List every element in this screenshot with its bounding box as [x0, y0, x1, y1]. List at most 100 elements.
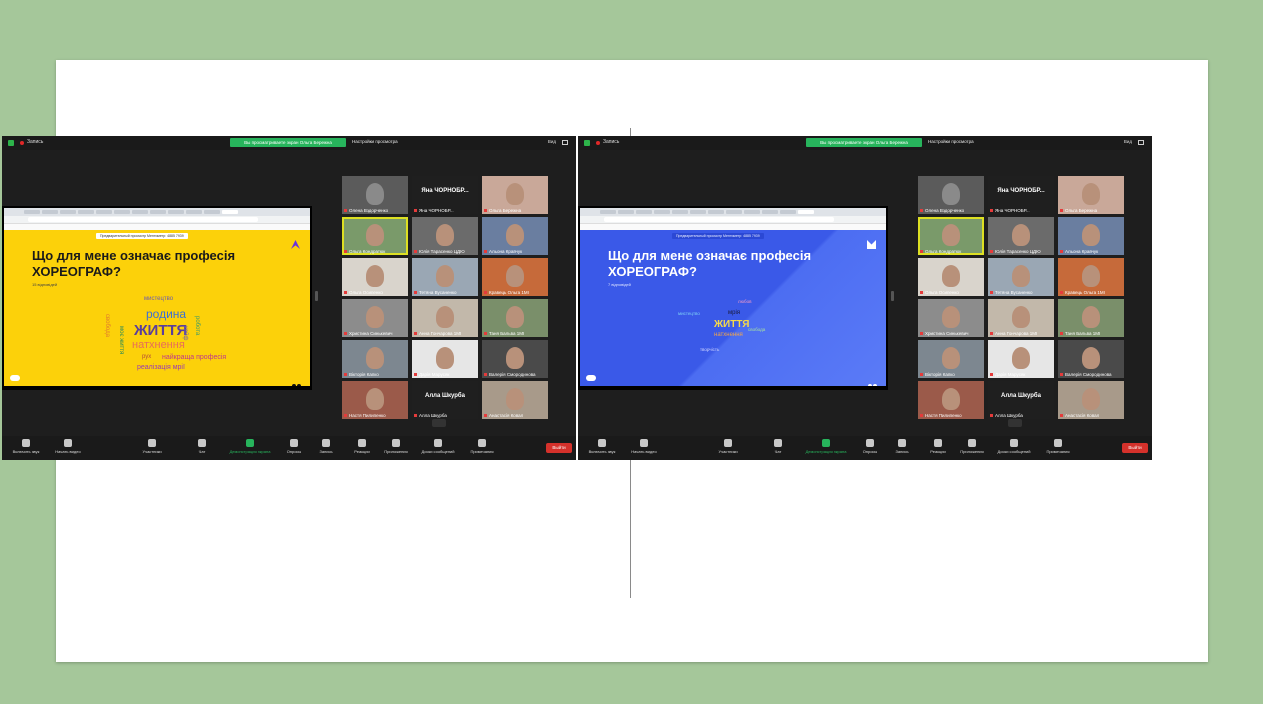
participant-tile[interactable]: Анастасія Ковал: [482, 381, 548, 419]
participant-tile[interactable]: Алла Шкурба Алла Шкурба: [412, 381, 478, 419]
participant-tile[interactable]: Ольга Кондратюк: [342, 217, 408, 255]
whiteboard-button[interactable]: Доски сообщений: [418, 439, 458, 454]
poll-icon: [866, 439, 874, 447]
reactions-icon: [934, 439, 942, 447]
participant-tile[interactable]: Ольга Кондратюк: [918, 217, 984, 255]
participant-tile[interactable]: Валерія Смородинова: [1058, 340, 1124, 378]
participant-tile[interactable]: Христина Синькевич: [918, 299, 984, 337]
notes-icon: [478, 439, 486, 447]
apps-button[interactable]: Приложения: [952, 439, 992, 454]
word-cloud-word: натхнення: [132, 339, 185, 351]
share-screen-icon: [822, 439, 830, 447]
participant-tile[interactable]: Альона Кравчук: [1058, 217, 1124, 255]
chat-button[interactable]: Чат: [182, 439, 222, 454]
poll-icon: [290, 439, 298, 447]
slide-navigation[interactable]: [868, 375, 880, 386]
participant-tile[interactable]: Юлія Тарасенко ЦДЮ: [412, 217, 478, 255]
participant-tile[interactable]: Ольга Бережна: [1058, 176, 1124, 214]
word-cloud-word: реалізація мрії: [137, 364, 185, 371]
gallery-scroll-down-button[interactable]: [432, 419, 446, 427]
participant-tile[interactable]: Юлія Тарасенко ЦДЮ: [988, 217, 1054, 255]
participant-tile[interactable]: Тетяна Вусаненко: [988, 258, 1054, 296]
zoom-topbar: Запись Вы просматриваете экран Ольга Бер…: [578, 136, 1152, 150]
view-options-button[interactable]: Настройки просмотра: [352, 139, 398, 144]
participant-tile[interactable]: Настя Пилипенко: [342, 381, 408, 419]
participant-tile[interactable]: Тетяна Вусаненко: [412, 258, 478, 296]
participant-tile[interactable]: Алла Шкурба Алла Шкурба: [988, 381, 1054, 419]
participant-tile[interactable]: Настя Пилипенко: [918, 381, 984, 419]
video-button[interactable]: Начать видео: [48, 439, 88, 454]
view-options-button[interactable]: Настройки просмотра: [928, 139, 974, 144]
view-button[interactable]: Вид: [1124, 139, 1132, 144]
record-button[interactable]: Запись: [882, 439, 922, 454]
leave-button[interactable]: Выйти: [546, 443, 572, 453]
share-banner: Вы просматриваете экран Ольга Бережна: [806, 138, 922, 147]
menti-logo-badge: [10, 375, 20, 381]
notes-button[interactable]: Примечания: [462, 439, 502, 454]
share-screen-button[interactable]: Демонстрация экрана: [802, 439, 850, 454]
participant-tile[interactable]: Олена Вздорченко: [918, 176, 984, 214]
participants-button[interactable]: Участники: [708, 439, 748, 454]
participant-tile[interactable]: Анна Гончарова 1МІ: [412, 299, 478, 337]
view-button[interactable]: Вид: [548, 139, 556, 144]
word-cloud-word: свобода: [104, 314, 110, 337]
word-cloud-word: творчість: [700, 347, 720, 352]
participant-tile[interactable]: Вікторія Капко: [918, 340, 984, 378]
mentimeter-logo-icon: [867, 240, 876, 249]
grid-view-icon[interactable]: [1138, 140, 1144, 145]
participant-tile[interactable]: Анастасія Ковал: [1058, 381, 1124, 419]
participant-tile[interactable]: Дарія Марусяк: [988, 340, 1054, 378]
gallery-scroll-down-button[interactable]: [1008, 419, 1022, 427]
participant-tile[interactable]: Ольга Осипенко: [342, 258, 408, 296]
participant-tile[interactable]: Альона Кравчук: [482, 217, 548, 255]
participant-tile[interactable]: Ольга Бережна: [482, 176, 548, 214]
leave-button[interactable]: Выйти: [1122, 443, 1148, 453]
mute-button[interactable]: Включить звук: [582, 439, 622, 454]
word-cloud-word: кайф: [182, 326, 188, 341]
zoom-window-right: Запись Вы просматриваете экран Ольга Бер…: [578, 136, 1152, 460]
shared-screen: Предварительный просмотр Ментиметр: 4885…: [2, 206, 312, 390]
participant-tile[interactable]: Кравець Ольга 1МІ: [482, 258, 548, 296]
response-count: 7 відповідей: [608, 282, 631, 287]
word-cloud-word: найкраща професія: [162, 354, 227, 361]
participant-tile[interactable]: Яна ЧОРНОБР... Яна ЧОРНОБР...: [412, 176, 478, 214]
url-bar[interactable]: [4, 216, 310, 224]
presentation-banner: Предварительный просмотр Ментиметр: 4885…: [96, 233, 188, 239]
word-cloud-word: ЖИТТЯ: [134, 322, 188, 339]
participants-icon: [724, 439, 732, 447]
record-icon: [898, 439, 906, 447]
browser-tabs[interactable]: [580, 208, 886, 216]
participant-tile[interactable]: Таня Бальва 1МІ: [482, 299, 548, 337]
video-button[interactable]: Начать видео: [624, 439, 664, 454]
share-screen-button[interactable]: Демонстрация экрана: [226, 439, 274, 454]
record-label: Запись: [27, 139, 44, 145]
participant-tile[interactable]: Таня Бальва 1МІ: [1058, 299, 1124, 337]
whiteboard-button[interactable]: Доски сообщений: [994, 439, 1034, 454]
browser-tabs[interactable]: [4, 208, 310, 216]
whiteboard-icon: [1010, 439, 1018, 447]
participant-tile[interactable]: Христина Синькевич: [342, 299, 408, 337]
participant-tile[interactable]: Дарія Марусяк: [412, 340, 478, 378]
participant-tile[interactable]: Кравець Ольга 1МІ: [1058, 258, 1124, 296]
mute-button[interactable]: Включить звук: [6, 439, 46, 454]
shield-icon[interactable]: [584, 140, 590, 146]
participant-tile[interactable]: Вікторія Капко: [342, 340, 408, 378]
participant-tile[interactable]: Олена Вздорченко: [342, 176, 408, 214]
record-dot-icon: [20, 141, 24, 145]
participant-tile[interactable]: Яна ЧОРНОБР... Яна ЧОРНОБР...: [988, 176, 1054, 214]
grid-view-icon[interactable]: [562, 140, 568, 145]
participants-button[interactable]: Участники: [132, 439, 172, 454]
word-cloud-word: ЖИТТЯ: [714, 319, 750, 330]
url-bar[interactable]: [580, 216, 886, 224]
resize-handle[interactable]: [315, 291, 318, 301]
participant-tile[interactable]: Ольга Осипенко: [918, 258, 984, 296]
record-button[interactable]: Запись: [306, 439, 346, 454]
notes-button[interactable]: Примечания: [1038, 439, 1078, 454]
shield-icon[interactable]: [8, 140, 14, 146]
participant-tile[interactable]: Валерія Смородинова: [482, 340, 548, 378]
slide-navigation[interactable]: [292, 375, 304, 386]
resize-handle[interactable]: [891, 291, 894, 301]
participant-tile[interactable]: Анна Гончарова 1МІ: [988, 299, 1054, 337]
chat-button[interactable]: Чат: [758, 439, 798, 454]
apps-button[interactable]: Приложения: [376, 439, 416, 454]
